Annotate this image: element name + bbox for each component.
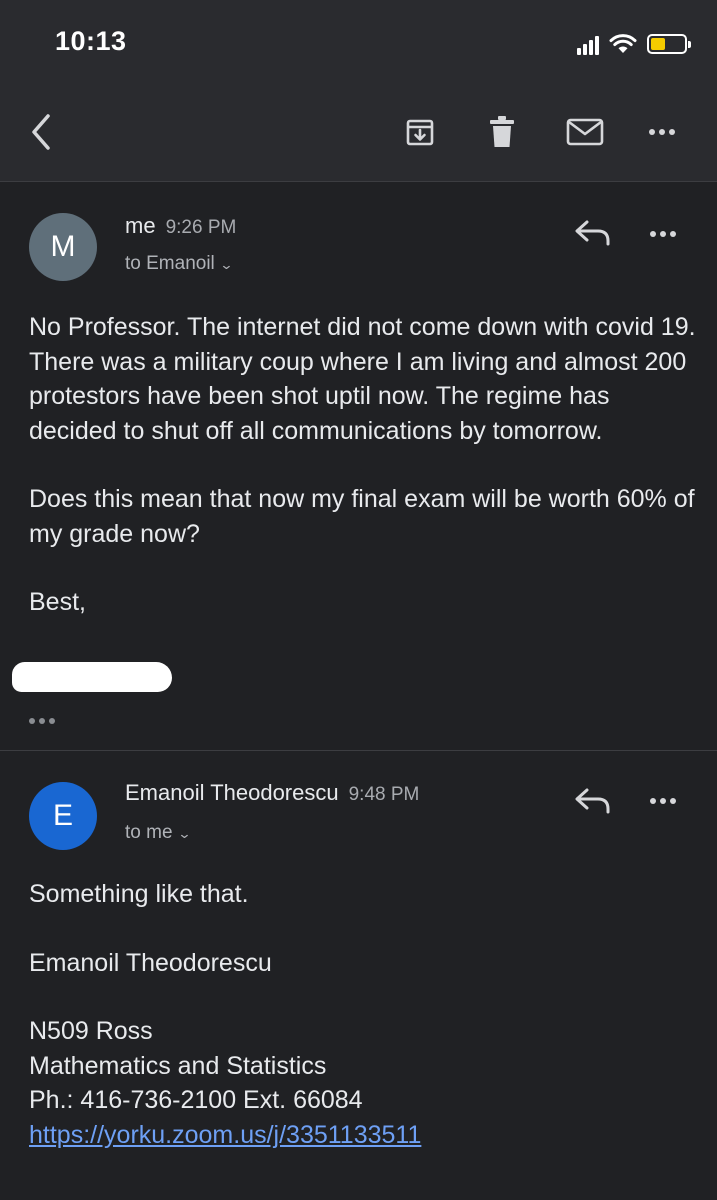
- reply-icon[interactable]: [572, 784, 614, 818]
- message-body: No Professor. The internet did not come …: [29, 310, 699, 620]
- message-time: 9:26 PM: [165, 217, 237, 238]
- recipient-label: to me: [125, 822, 173, 843]
- body-paragraph: No Professor. The internet did not come …: [29, 313, 696, 445]
- redacted-name: [12, 662, 172, 692]
- avatar[interactable]: M: [29, 213, 97, 281]
- message-more-icon[interactable]: [650, 793, 686, 809]
- signature-line: N509 Ross: [29, 1017, 153, 1045]
- sender-name: me: [125, 213, 156, 238]
- sender-line: Emanoil Theodorescu 9:48 PM: [125, 780, 419, 806]
- recipient-dropdown[interactable]: to me ⌄: [125, 822, 192, 844]
- message-body: Something like that. Emanoil Theodorescu…: [29, 877, 699, 1152]
- wifi-icon: [609, 34, 637, 53]
- message-more-icon[interactable]: [650, 226, 686, 242]
- blurred-background-text: ​: [60, 0, 620, 30]
- status-icons: [577, 30, 691, 58]
- trash-icon: [490, 116, 514, 147]
- chevron-down-icon: ⌄: [176, 826, 192, 841]
- message-time: 9:48 PM: [348, 784, 420, 805]
- body-paragraph: Something like that.: [29, 880, 249, 908]
- avatar-letter: M: [50, 230, 76, 263]
- avatar[interactable]: E: [29, 782, 97, 850]
- sender-line: me 9:26 PM: [125, 213, 236, 239]
- sign-off: Best,: [29, 588, 86, 616]
- signature-name: Emanoil Theodorescu: [29, 948, 272, 977]
- status-time: 10:13: [55, 26, 127, 56]
- body-paragraph: Does this mean that now my final exam wi…: [29, 485, 695, 548]
- mail-icon: [566, 118, 604, 146]
- recipient-dropdown[interactable]: to Emanoil ⌄: [125, 253, 234, 275]
- battery-icon: [647, 34, 691, 54]
- chevron-down-icon: ⌄: [219, 257, 234, 272]
- zoom-link[interactable]: https://yorku.zoom.us/j/3351133511: [29, 1121, 421, 1149]
- delete-button[interactable]: [480, 112, 524, 152]
- reply-icon[interactable]: [572, 216, 614, 250]
- signature-line: Mathematics and Statistics: [29, 1051, 327, 1080]
- back-arrow-icon[interactable]: [22, 110, 62, 154]
- more-icon: [649, 124, 685, 140]
- mark-unread-button[interactable]: [563, 112, 607, 152]
- show-trimmed-content-icon[interactable]: [29, 716, 61, 726]
- avatar-letter: E: [52, 799, 73, 832]
- more-options-button[interactable]: [645, 112, 689, 152]
- message-divider: [0, 750, 717, 751]
- signal-icon: [577, 33, 599, 55]
- signature-line: Ph.: 416-736-2100 Ext. 66084: [29, 1086, 363, 1114]
- archive-button[interactable]: [398, 112, 442, 152]
- archive-icon: [406, 119, 434, 146]
- sender-name: Emanoil Theodorescu: [125, 780, 339, 805]
- recipient-label: to Emanoil: [125, 253, 215, 274]
- top-bar: ​ 10:13: [0, 0, 717, 182]
